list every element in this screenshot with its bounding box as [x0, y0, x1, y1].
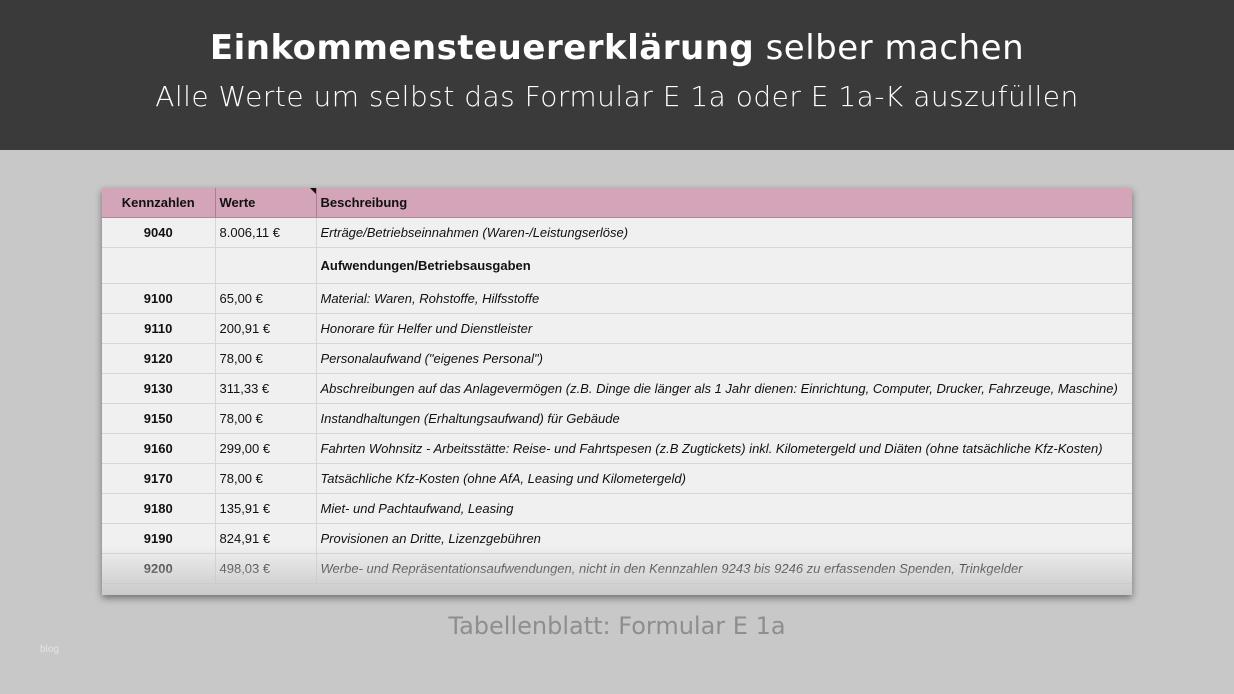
cell-wert[interactable]: 311,33 € [215, 373, 317, 404]
cell-kennzahl[interactable]: 9160 [102, 433, 216, 464]
caption: Tabellenblatt: Formular E 1a [448, 612, 786, 640]
section-row: Aufwendungen/Betriebsausgaben [102, 247, 1132, 284]
table-row: 9110 200,91 € Honorare für Helfer und Di… [102, 313, 1132, 344]
cell-beschreibung[interactable]: Abschreibungen auf das Anlagevermögen (z… [316, 373, 1132, 404]
cell-kennzahl[interactable] [102, 247, 216, 284]
banner-title-rest: selber machen [754, 28, 1025, 68]
cell-beschreibung[interactable]: Provisionen an Dritte, Lizenzgebühren [316, 523, 1132, 554]
cell-kennzahl[interactable]: 9130 [102, 373, 216, 404]
cell-wert[interactable]: 824,91 € [215, 523, 317, 554]
cell-beschreibung[interactable]: Material: Waren, Rohstoffe, Hilfsstoffe [316, 283, 1132, 314]
cell-wert[interactable]: 498,03 € [215, 553, 317, 584]
filter-marker-icon[interactable] [309, 188, 316, 194]
cell-kennzahl[interactable]: 9200 [102, 553, 216, 584]
table-row: 9150 78,00 € Instandhaltungen (Erhaltung… [102, 403, 1132, 434]
cell-kennzahl[interactable]: 9150 [102, 403, 216, 434]
cell-wert[interactable]: 200,91 € [215, 313, 317, 344]
header-row: Kennzahlen Werte Beschreibung [102, 188, 1132, 218]
cell-kennzahl[interactable]: 9180 [102, 493, 216, 524]
cell-wert[interactable]: 8.006,11 € [215, 217, 317, 248]
cell-beschreibung[interactable]: Honorare für Helfer und Dienstleister [316, 313, 1132, 344]
spreadsheet: Kennzahlen Werte Beschreibung 9040 8.006… [102, 188, 1132, 595]
banner-subtitle: Alle Werte um selbst das Formular E 1a o… [155, 80, 1079, 113]
cell-wert[interactable]: 65,00 € [215, 283, 317, 314]
cell-wert[interactable]: 299,00 € [215, 433, 317, 464]
cell-wert[interactable]: 78,00 € [215, 403, 317, 434]
table-row: 9120 78,00 € Personalaufwand ("eigenes P… [102, 343, 1132, 374]
column-header-kennzahlen[interactable]: Kennzahlen [102, 188, 216, 218]
cell-wert[interactable]: 78,00 € [215, 463, 317, 494]
cell-kennzahl[interactable]: 9040 [102, 217, 216, 248]
cell-kennzahl[interactable]: 9110 [102, 313, 216, 344]
banner-title-bold: Einkommensteuererklärung [209, 28, 755, 68]
cell-kennzahl[interactable]: 9170 [102, 463, 216, 494]
banner-title: Einkommensteuererklärung selber machen [0, 28, 1234, 68]
data-table: Kennzahlen Werte Beschreibung 9040 8.006… [102, 188, 1132, 584]
cell-wert[interactable]: 78,00 € [215, 343, 317, 374]
cell-beschreibung[interactable]: Miet- und Pachtaufwand, Leasing [316, 493, 1132, 524]
cell-wert[interactable] [215, 247, 317, 284]
column-header-werte[interactable]: Werte [215, 188, 317, 218]
table-row: 9160 299,00 € Fahrten Wohnsitz - Arbeits… [102, 433, 1132, 464]
cell-kennzahl[interactable]: 9190 [102, 523, 216, 554]
table-row: 9040 8.006,11 € Erträge/Betriebseinnahme… [102, 217, 1132, 248]
cell-beschreibung[interactable]: Fahrten Wohnsitz - Arbeitsstätte: Reise-… [316, 433, 1132, 464]
cell-beschreibung[interactable]: Personalaufwand ("eigenes Personal") [316, 343, 1132, 374]
cell-kennzahl[interactable]: 9120 [102, 343, 216, 374]
table-row: 9170 78,00 € Tatsächliche Kfz-Kosten (oh… [102, 463, 1132, 494]
cell-beschreibung[interactable]: Werbe- und Repräsentationsaufwendungen, … [316, 553, 1132, 584]
banner: Einkommensteuererklärung selber machen A… [0, 0, 1234, 150]
cell-section-heading[interactable]: Aufwendungen/Betriebsausgaben [316, 247, 1132, 284]
cell-wert[interactable]: 135,91 € [215, 493, 317, 524]
table-row: 9100 65,00 € Material: Waren, Rohstoffe,… [102, 283, 1132, 314]
cell-beschreibung[interactable]: Instandhaltungen (Erhaltungsaufwand) für… [316, 403, 1132, 434]
column-header-beschreibung[interactable]: Beschreibung [316, 188, 1132, 218]
column-header-werte-label: Werte [219, 195, 256, 210]
table-row: 9190 824,91 € Provisionen an Dritte, Liz… [102, 523, 1132, 554]
cell-kennzahl[interactable]: 9100 [102, 283, 216, 314]
watermark: blog [40, 644, 59, 655]
cell-beschreibung[interactable]: Erträge/Betriebseinnahmen (Waren-/Leistu… [316, 217, 1132, 248]
cell-beschreibung[interactable]: Tatsächliche Kfz-Kosten (ohne AfA, Leasi… [316, 463, 1132, 494]
table-row: 9180 135,91 € Miet- und Pachtaufwand, Le… [102, 493, 1132, 524]
table-row: 9130 311,33 € Abschreibungen auf das Anl… [102, 373, 1132, 404]
table-row: 9200 498,03 € Werbe- und Repräsentations… [102, 553, 1132, 584]
